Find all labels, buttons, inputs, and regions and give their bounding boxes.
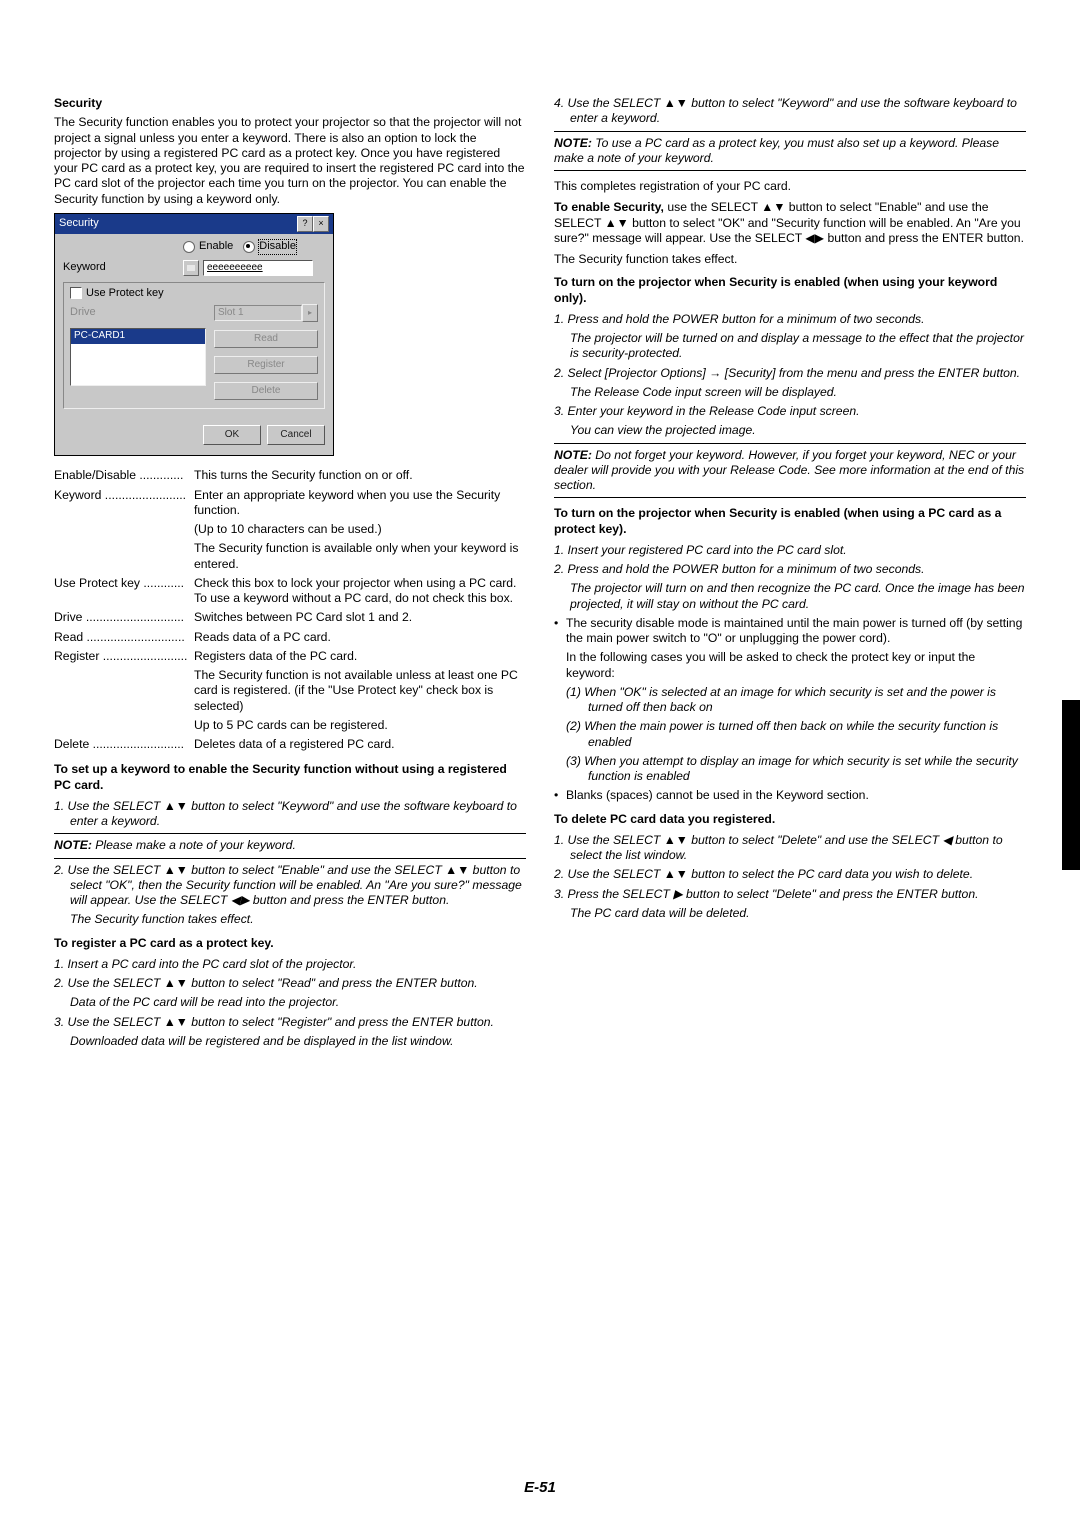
- d-step-3: 3. Press the SELECT ▶ button to select "…: [554, 887, 1026, 902]
- register-button[interactable]: Register: [214, 356, 318, 374]
- turnon-pc-heading: To turn on the projector when Security i…: [554, 506, 1026, 537]
- setup-heading: To set up a keyword to enable the Securi…: [54, 762, 526, 793]
- reg-step-3: 3. Use the SELECT ▲▼ button to select "R…: [54, 1015, 526, 1030]
- note-2: NOTE: To use a PC card as a protect key,…: [554, 136, 1026, 167]
- completes-para: This completes registration of your PC c…: [554, 179, 1026, 194]
- keyword-label: Keyword: [63, 261, 183, 275]
- read-button[interactable]: Read: [214, 330, 318, 348]
- turnon-kw-heading: To turn on the projector when Security i…: [554, 275, 1026, 306]
- delete-button[interactable]: Delete: [214, 382, 318, 400]
- left-column: Security The Security function enables y…: [54, 96, 526, 1466]
- step-1: 1. Use the SELECT ▲▼ button to select "K…: [54, 799, 526, 830]
- disable-radio[interactable]: Disable: [243, 240, 296, 254]
- reg-step-1: 1. Insert a PC card into the PC card slo…: [54, 957, 526, 972]
- enable-para-2: The Security function takes effect.: [554, 252, 1026, 267]
- security-dialog: Security ? × Enable Disable: [54, 213, 334, 457]
- drive-label: Drive: [70, 306, 96, 320]
- enable-para: To enable Security, use the SELECT ▲▼ bu…: [554, 200, 1026, 246]
- t1-step-3: 3. Enter your keyword in the Release Cod…: [554, 404, 1026, 419]
- file-list[interactable]: PC-CARD1: [70, 328, 206, 386]
- bullet-1: The security disable mode is maintained …: [554, 616, 1026, 785]
- step-2: 2. Use the SELECT ▲▼ button to select "E…: [54, 863, 526, 909]
- selected-card[interactable]: PC-CARD1: [71, 329, 205, 344]
- p-step-2: 2. Press and hold the POWER button for a…: [554, 562, 1026, 577]
- sub-1: (1) When "OK" is selected at an image fo…: [566, 685, 1026, 716]
- close-button[interactable]: ×: [313, 216, 329, 232]
- p-step-1: 1. Insert your registered PC card into t…: [554, 543, 1026, 558]
- dialog-title: Security: [59, 217, 99, 231]
- d-step-2: 2. Use the SELECT ▲▼ button to select th…: [554, 867, 1026, 882]
- edge-tab: [1062, 700, 1080, 870]
- delete-heading: To delete PC card data you registered.: [554, 812, 1026, 827]
- reg-step-4: 4. Use the SELECT ▲▼ button to select "K…: [554, 96, 1026, 127]
- sub-3: (3) When you attempt to display an image…: [566, 754, 1026, 785]
- ok-button[interactable]: OK: [203, 425, 261, 445]
- section-title: Security: [54, 96, 526, 111]
- reg-step-2: 2. Use the SELECT ▲▼ button to select "R…: [54, 976, 526, 991]
- enable-radio[interactable]: Enable: [183, 240, 233, 254]
- t1-step-2: 2. Select [Projector Options] → [Securit…: [554, 366, 1026, 381]
- dialog-titlebar: Security ? ×: [55, 214, 333, 234]
- sub-2: (2) When the main power is turned off th…: [566, 719, 1026, 750]
- page-number: E-51: [0, 1479, 1080, 1496]
- keyword-input[interactable]: eeeeeeeeee: [203, 260, 313, 276]
- page-content: Security The Security function enables y…: [54, 96, 1026, 1466]
- note-3: NOTE: Do not forget your keyword. Howeve…: [554, 448, 1026, 494]
- help-button[interactable]: ?: [297, 216, 313, 232]
- bullet-2: Blanks (spaces) cannot be used in the Ke…: [554, 788, 1026, 803]
- drive-select[interactable]: Slot 1 ▸: [214, 304, 318, 322]
- keyboard-icon[interactable]: [183, 260, 199, 276]
- cancel-button[interactable]: Cancel: [267, 425, 325, 445]
- chevron-right-icon[interactable]: ▸: [302, 304, 318, 322]
- definition-list: Enable/Disable .............This turns t…: [54, 468, 526, 752]
- intro-para: The Security function enables you to pro…: [54, 115, 526, 207]
- protect-key-group: Use Protect key Drive PC-CARD1: [63, 282, 325, 410]
- right-column: 4. Use the SELECT ▲▼ button to select "K…: [554, 96, 1026, 1466]
- note-1: NOTE: Please make a note of your keyword…: [54, 838, 526, 853]
- d-step-1: 1. Use the SELECT ▲▼ button to select "D…: [554, 833, 1026, 864]
- t1-step-1: 1. Press and hold the POWER button for a…: [554, 312, 1026, 327]
- use-protect-checkbox[interactable]: Use Protect key: [70, 287, 164, 301]
- register-heading: To register a PC card as a protect key.: [54, 936, 526, 951]
